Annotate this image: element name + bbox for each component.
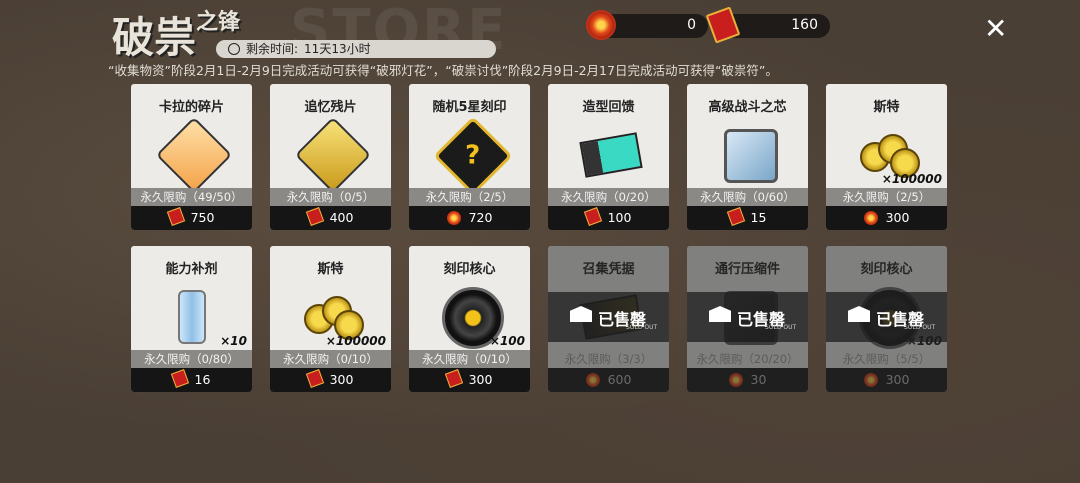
purchase-limit: 永久限购（0/80） (131, 350, 252, 368)
talisman-icon (305, 207, 324, 226)
shop-item-card[interactable]: 卡拉的碎片永久限购（49/50） 750 (131, 84, 252, 230)
purchase-limit: 永久限购（49/50） (131, 188, 252, 206)
item-price: 750 (131, 206, 252, 230)
shop-item-card[interactable]: 斯特 ×100000 永久限购（2/5） 300 (826, 84, 947, 230)
item-art-icon (578, 122, 643, 184)
talisman-icon (170, 369, 189, 388)
purchase-limit: 永久限购（0/5） (270, 188, 391, 206)
item-price: 400 (270, 206, 391, 230)
shop-item-card: 刻印核心×100永久限购（5/5）300已售罄SOLD OUT (826, 246, 947, 392)
shop-item-card[interactable]: 随机5星刻印? 永久限购（2/5） 720 (409, 84, 530, 230)
purchase-limit: 永久限购（2/5） (409, 188, 530, 206)
flower-icon (446, 211, 461, 225)
item-price: 300 (826, 206, 947, 230)
flower-icon (863, 211, 878, 225)
talisman-icon (444, 369, 463, 388)
item-name: 刻印核心 (443, 262, 496, 277)
item-art-icon (161, 284, 223, 346)
item-price: 16 (131, 368, 252, 392)
item-art-icon: ? (433, 116, 513, 196)
talisman-icon (583, 207, 602, 226)
purchase-limit: 永久限购（0/60） (687, 188, 808, 206)
talisman-icon (705, 6, 741, 44)
clock-icon (228, 43, 240, 55)
sold-out-sub: SOLD OUT (765, 324, 797, 331)
item-name: 高级战斗之芯 (708, 100, 787, 115)
talisman-icon (305, 369, 324, 388)
currency-talisman: 160 (705, 6, 830, 44)
shop-item-card[interactable]: 追忆残片永久限购（0/5） 400 (270, 84, 391, 230)
purchase-limit: 永久限购（0/20） (548, 188, 669, 206)
item-art-icon (155, 116, 233, 194)
shop-item-card: 通行压缩件永久限购（20/20）30已售罄SOLD OUT (687, 246, 808, 392)
shop-item-card[interactable]: 斯特 ×100000 永久限购（0/10） 300 (270, 246, 391, 392)
sold-out-sub: SOLD OUT (904, 324, 936, 331)
item-quantity: ×10 (220, 334, 247, 348)
item-price: 720 (409, 206, 530, 230)
purchase-limit: 永久限购（0/10） (270, 350, 391, 368)
time-remaining: 剩余时间: 11天13小时 (216, 40, 496, 58)
item-quantity: ×100 (489, 334, 525, 348)
shop-item-card: 召集凭据永久限购（3/3）600已售罄SOLD OUT (548, 246, 669, 392)
talisman-icon (166, 207, 185, 226)
talisman-icon (726, 207, 745, 226)
shop-item-card[interactable]: 刻印核心 ×100 永久限购（0/10） 300 (409, 246, 530, 392)
item-price: 300 (409, 368, 530, 392)
item-price: 300 (270, 368, 391, 392)
item-price: 15 (687, 206, 808, 230)
flower-icon (584, 8, 618, 42)
item-name: 斯特 (317, 262, 344, 277)
item-art-icon (294, 116, 372, 194)
item-name: 追忆残片 (304, 100, 357, 115)
shop-item-card[interactable]: 能力补剂 ×10 永久限购（0/80） 16 (131, 246, 252, 392)
item-name: 随机5星刻印 (432, 100, 507, 115)
item-art-icon (717, 122, 779, 184)
item-name: 造型回馈 (582, 100, 635, 115)
purchase-limit: 永久限购（0/10） (409, 350, 530, 368)
item-name: 卡拉的碎片 (158, 100, 224, 115)
close-button[interactable]: ✕ (984, 12, 1007, 45)
item-quantity: ×100000 (325, 334, 386, 348)
event-notice: “收集物资”阶段2月1日-2月9日完成活动可获得“破邪灯花”，“破祟讨伐”阶段2… (108, 63, 778, 78)
shop-item-card[interactable]: 造型回馈永久限购（0/20） 100 (548, 84, 669, 230)
item-name: 能力补剂 (165, 262, 218, 277)
sold-out-sub: SOLD OUT (626, 324, 658, 331)
shop-item-card[interactable]: 高级战斗之芯永久限购（0/60） 15 (687, 84, 808, 230)
currency-flower: 0 (588, 12, 708, 38)
purchase-limit: 永久限购（2/5） (826, 188, 947, 206)
item-name: 斯特 (873, 100, 900, 115)
item-price: 100 (548, 206, 669, 230)
item-quantity: ×100000 (881, 172, 942, 186)
